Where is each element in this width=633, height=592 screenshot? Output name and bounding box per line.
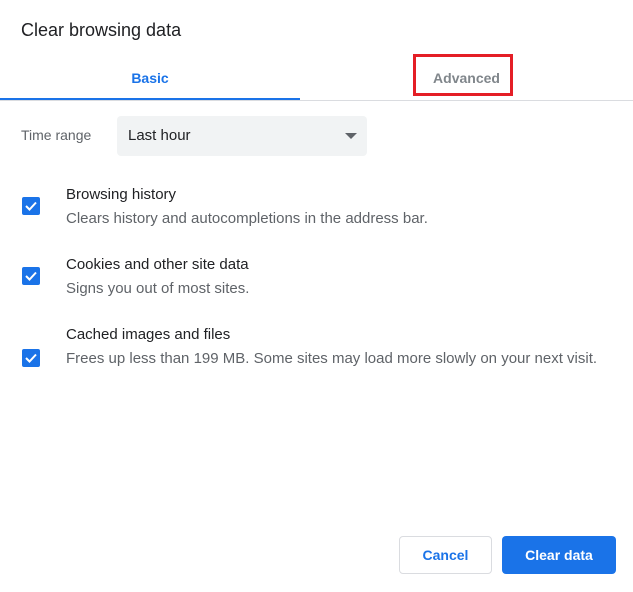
option-description: Frees up less than 199 MB. Some sites ma… [66,350,598,367]
cached-images-checkbox[interactable] [22,349,40,367]
option-description: Signs you out of most sites. [66,280,250,297]
checkmark-icon [25,271,37,281]
cancel-button[interactable]: Cancel [399,536,492,574]
tab-selected-indicator [0,98,300,100]
option-label: Cached images and files [66,326,231,343]
time-range-label: Time range [21,127,92,143]
dialog-title: Clear browsing data [21,20,182,40]
tab-basic[interactable]: Basic [0,56,300,100]
dropdown-arrow-icon [345,133,357,139]
highlight-annotation-box [413,54,513,96]
checkmark-icon [25,201,37,211]
clear-data-button[interactable]: Clear data [502,536,616,574]
time-range-select[interactable]: Last hour [117,116,367,156]
cookies-checkbox[interactable] [22,267,40,285]
time-range-value: Last hour [128,127,191,144]
tab-bar: Basic Advanced [0,56,633,101]
option-label: Cookies and other site data [66,256,249,273]
option-description: Clears history and autocompletions in th… [66,210,428,227]
browsing-history-checkbox[interactable] [22,197,40,215]
tab-basic-label: Basic [131,69,169,86]
checkmark-icon [25,353,37,363]
option-label: Browsing history [66,186,177,203]
